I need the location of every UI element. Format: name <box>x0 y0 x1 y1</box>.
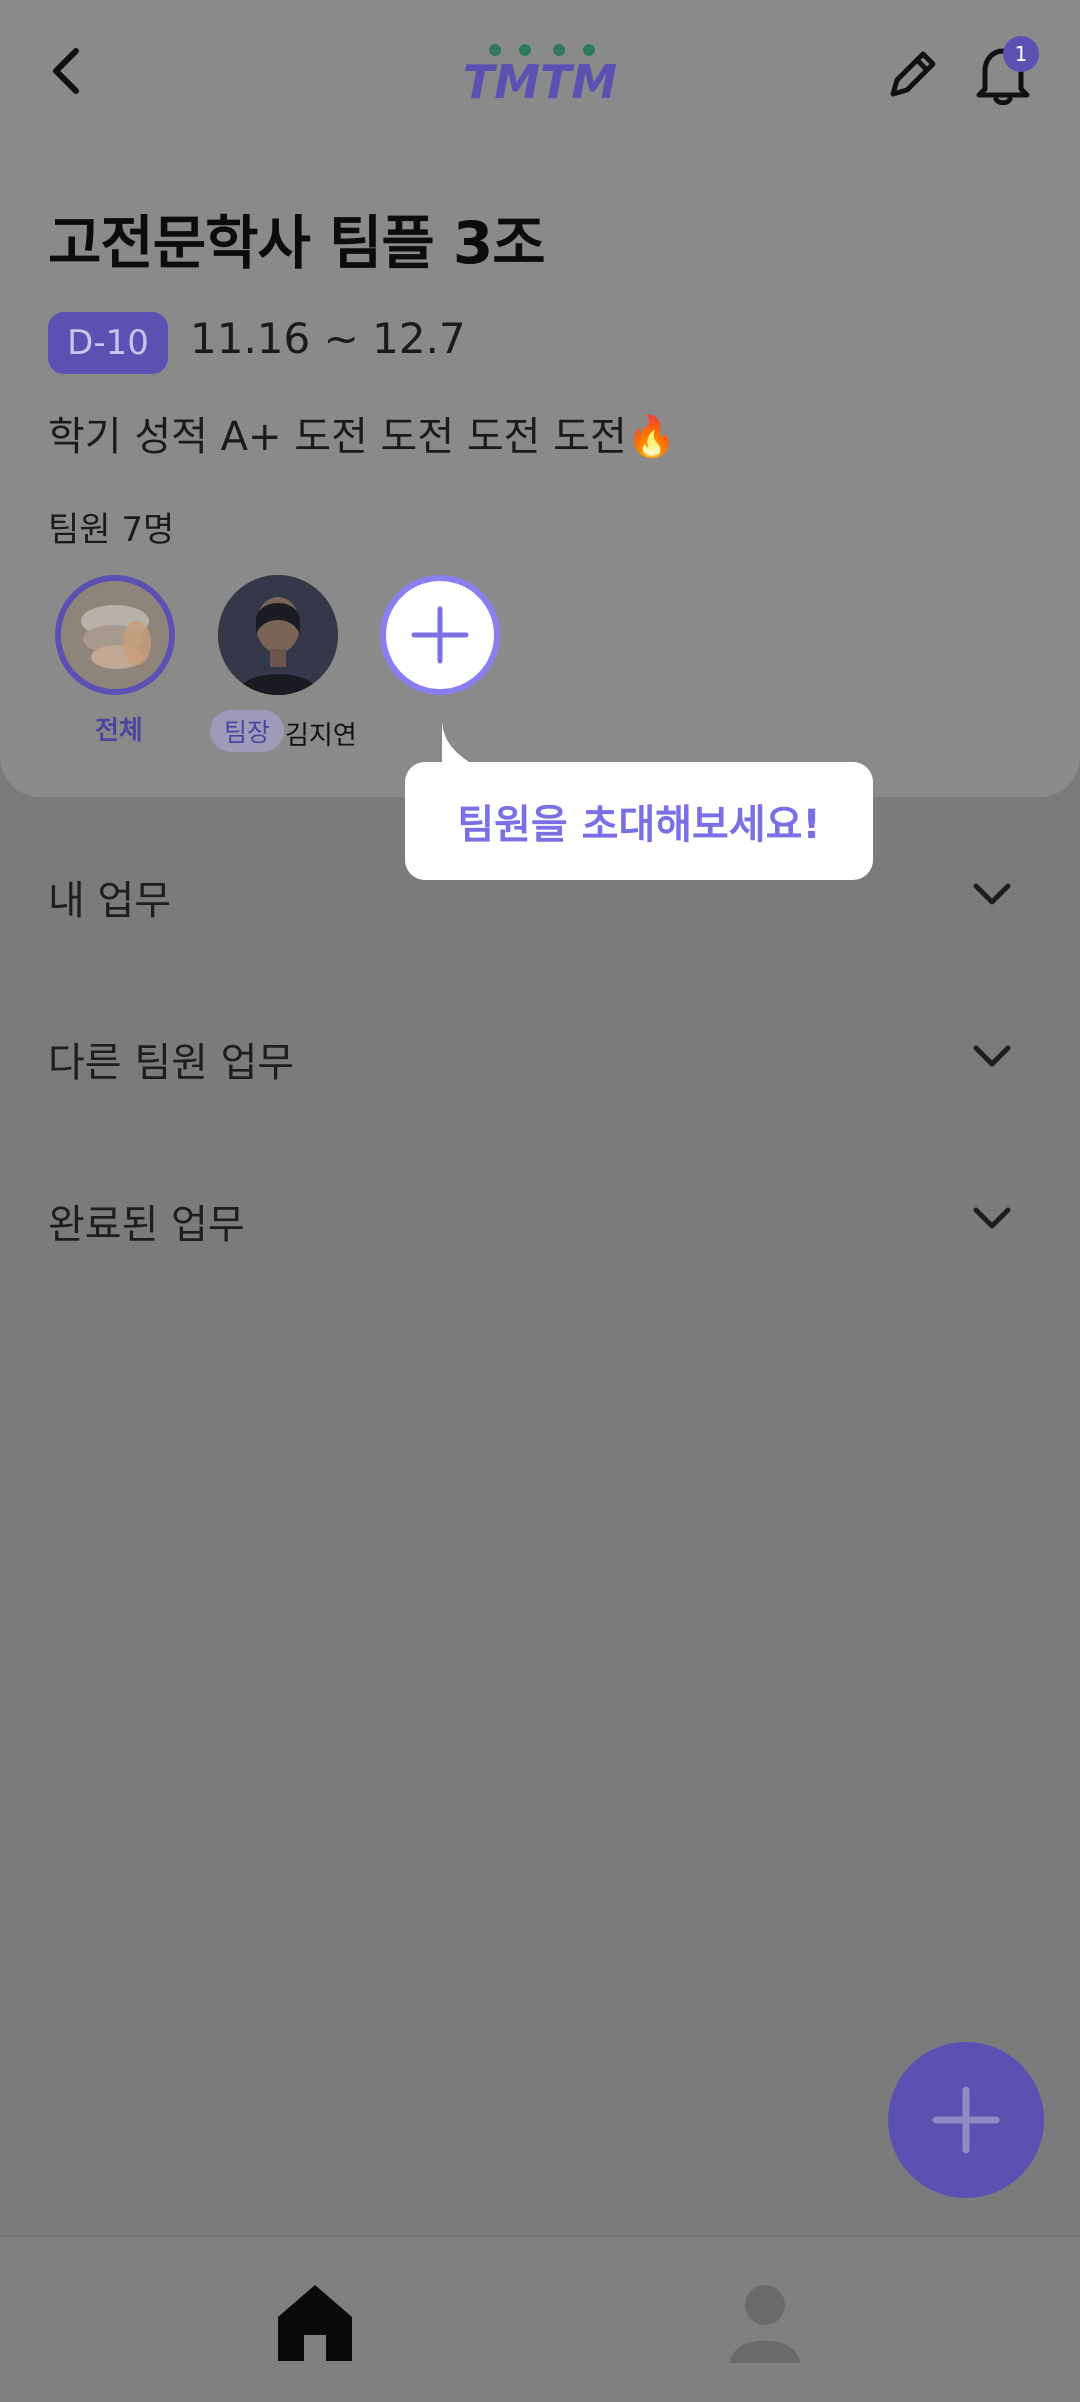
plus-icon <box>932 2086 1000 2154</box>
section-my-tasks[interactable]: 내 업무 <box>0 842 1080 942</box>
app-logo: TMTM <box>455 42 625 109</box>
app-header: TMTM 1 <box>0 0 1080 145</box>
avatar-leader[interactable] <box>218 575 338 695</box>
project-title: 고전문학사 팀플 3조 <box>48 209 546 277</box>
section-other-member-tasks[interactable]: 다른 팀원 업무 <box>0 1004 1080 1104</box>
person-icon[interactable] <box>720 2277 810 2367</box>
project-header-card: TMTM 1 고전문학사 팀플 3조 D-10 11.16 ~ 12.7 학기 … <box>0 0 1080 797</box>
chevron-down-icon <box>973 883 1011 905</box>
section-label: 완료된 업무 <box>48 1202 245 1248</box>
dday-badge: D-10 <box>48 312 168 374</box>
edit-button[interactable] <box>872 35 952 115</box>
bottom-navigation <box>0 2235 1080 2402</box>
pencil-icon <box>890 51 936 97</box>
project-period: 11.16 ~ 12.7 <box>190 314 466 363</box>
add-task-fab[interactable] <box>888 2042 1044 2198</box>
chevron-down-icon <box>973 1045 1011 1067</box>
leader-tag: 팀장 <box>210 710 285 752</box>
logo-text: TMTM <box>463 55 617 104</box>
section-label: 다른 팀원 업무 <box>48 1040 295 1086</box>
plus-icon <box>411 606 469 664</box>
notification-badge: 1 <box>1003 36 1039 72</box>
chevron-left-icon <box>53 48 79 94</box>
home-icon[interactable] <box>270 2277 360 2367</box>
leader-name: 김지연 <box>285 721 357 751</box>
section-completed-tasks[interactable]: 완료된 업무 <box>0 1166 1080 1266</box>
section-label: 내 업무 <box>48 878 172 924</box>
group-avatar-image <box>61 581 169 689</box>
avatar-all-members[interactable] <box>55 575 175 695</box>
avatar-all-label: 전체 <box>95 716 143 746</box>
member-count-label: 팀원 7명 <box>48 510 175 550</box>
back-button[interactable] <box>30 35 102 107</box>
chevron-down-icon <box>973 1207 1011 1229</box>
add-member-button[interactable] <box>380 575 500 695</box>
leader-photo <box>218 575 338 695</box>
project-description: 학기 성적 A+ 도전 도전 도전 도전🔥 <box>48 414 677 460</box>
